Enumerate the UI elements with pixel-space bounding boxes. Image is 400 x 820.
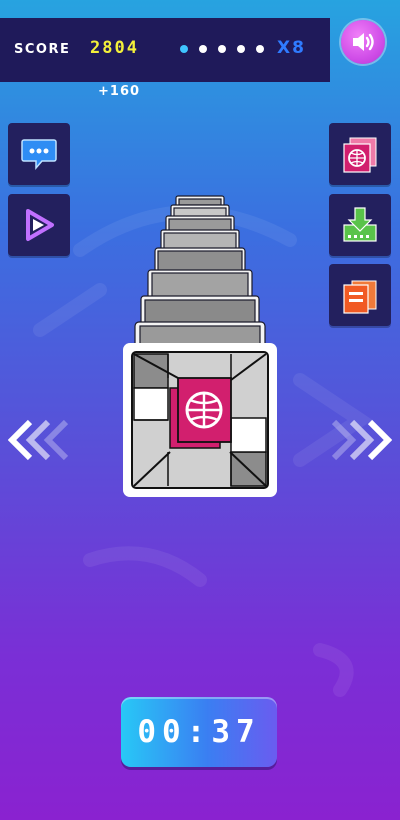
front-tile	[123, 343, 277, 497]
chevron-right-icon[interactable]	[328, 418, 392, 462]
back-tiles	[134, 195, 266, 353]
countdown-timer: 00:37	[121, 697, 277, 767]
chevron-left-icon[interactable]	[8, 418, 72, 462]
